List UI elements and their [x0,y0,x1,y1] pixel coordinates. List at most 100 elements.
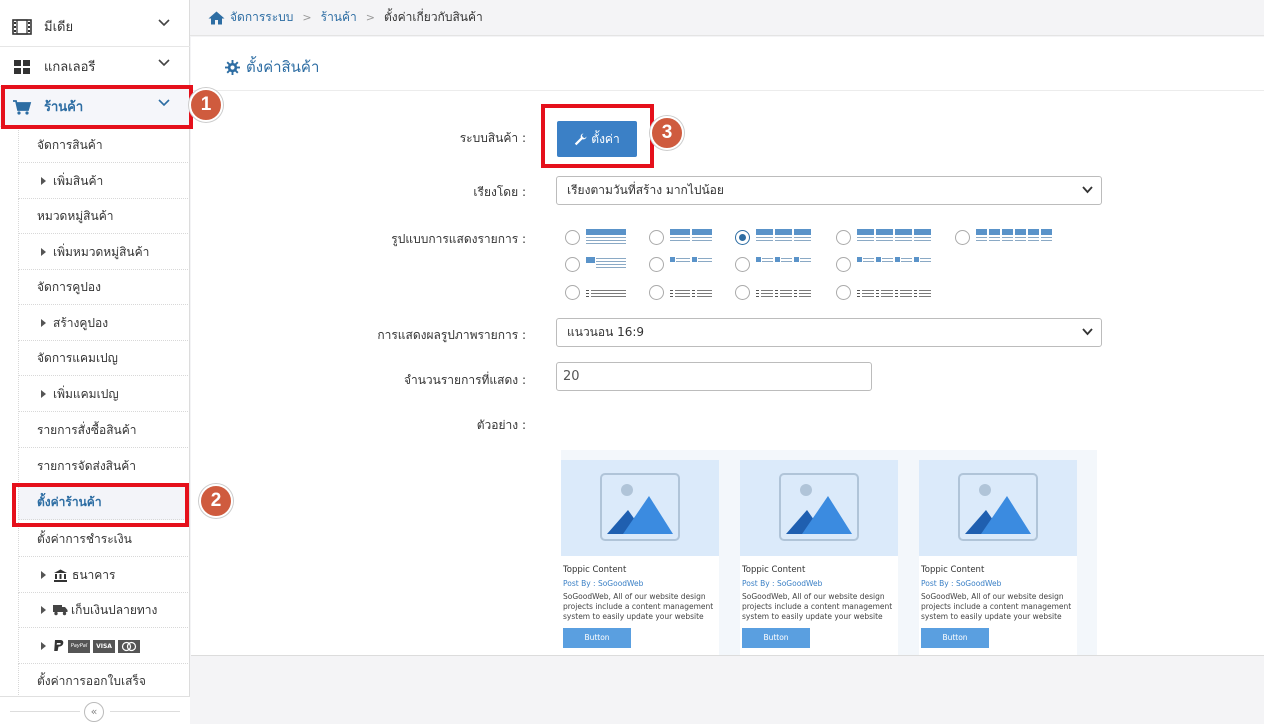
card-title: Toppic Content [742,565,806,575]
sidebar-item-add-product[interactable]: เพิ่มสินค้า [18,164,188,199]
caret-right-icon [41,642,46,650]
page-title-text: ตั้งค่าสินค้า [246,58,320,76]
radio-button-selected[interactable] [735,230,750,245]
sidebar-item-add-campaign[interactable]: เพิ่มแคมเปญ [18,377,188,412]
caret-right-icon [41,319,46,327]
sidebar-item-create-coupon[interactable]: สร้างคูปอง [18,306,188,341]
sidebar-item-add-category[interactable]: เพิ่มหมวดหมู่สินค้า [18,235,188,270]
layout-option-6-col[interactable] [955,229,1052,246]
sidebar-item-label: แกลเลอรี [44,60,96,75]
caret-right-icon [41,571,46,579]
sidebar-item-card-payment[interactable]: PayPal VISA [18,629,188,664]
item-count-input[interactable] [556,362,872,391]
sidebar-item-shipments[interactable]: รายการจัดส่งสินค้า [18,449,188,484]
sidebar-item-label: เก็บเงินปลายทาง [71,602,158,617]
radio-button[interactable] [649,257,664,272]
divider [110,711,180,712]
item-count-label: จำนวนรายการที่แสดง : [403,373,526,387]
layout-option-list-2[interactable] [649,284,712,301]
layout-option-1-col[interactable] [565,229,626,246]
divider [191,90,1264,91]
sidebar-item-orders[interactable]: รายการสั่งซื้อสินค้า [18,413,188,448]
layout-list-1-icon [586,284,626,301]
layout-2-col-icon [670,229,712,246]
card-button: Button [921,628,989,648]
preview-card: Toppic Content Post By : SoGoodWeb SoGoo… [919,460,1077,655]
sidebar-item-bank[interactable]: ธนาคาร [18,558,188,593]
breadcrumb-shop-link[interactable]: ร้านค้า [321,8,357,27]
card-author: Post By : SoGoodWeb [921,579,1002,588]
film-icon [12,18,32,35]
image-placeholder-icon [561,460,719,556]
layout-option-2-col[interactable] [649,229,712,246]
radio-button[interactable] [735,257,750,272]
sidebar-item-payment-settings[interactable]: ตั้งค่าการชำระเงิน [18,522,188,557]
radio-button[interactable] [565,230,580,245]
collapse-sidebar-button[interactable]: « [84,702,104,722]
radio-button[interactable] [955,230,970,245]
card-description: SoGoodWeb, All of our website design pro… [921,592,1072,621]
radio-button[interactable] [649,285,664,300]
layout-option-thumb-1[interactable] [565,256,626,273]
sidebar-item-receipt-settings[interactable]: ตั้งค่าการออกใบเสร็จ [18,664,188,699]
layout-option-3-col[interactable] [735,229,811,246]
radio-button[interactable] [836,285,851,300]
sidebar-item-label: เพิ่มหมวดหมู่สินค้า [53,244,150,259]
sidebar-item-label: ตั้งค่าการชำระเงิน [37,531,132,546]
sort-select[interactable]: เรียงตามวันที่สร้าง มากไปน้อย [556,176,1102,205]
radio-button[interactable] [565,257,580,272]
sidebar-item-label: สร้างคูปอง [53,315,109,330]
sort-label: เรียงโดย : [473,185,526,199]
layout-option-thumb-2[interactable] [649,256,712,273]
chevron-down-icon [1082,186,1093,194]
breadcrumb-separator-icon: > [302,11,312,24]
sidebar-item-campaigns[interactable]: จัดการแคมเปญ [18,341,188,376]
breadcrumb-home-link[interactable]: จัดการระบบ [230,8,293,27]
sidebar-item-cod[interactable]: เก็บเงินปลายทาง [18,593,188,628]
layout-option-list-3[interactable] [735,284,811,301]
sidebar-item-manage-products[interactable]: จัดการสินค้า [18,128,188,163]
layout-option-thumb-4[interactable] [836,256,931,273]
page-title: ตั้งค่าสินค้า [225,55,319,79]
grid-icon [14,59,30,74]
caret-right-icon [41,390,46,398]
sidebar-item-categories[interactable]: หมวดหมู่สินค้า [18,199,188,234]
layout-list-3-icon [756,284,811,301]
sidebar-item-label: รายการจัดส่งสินค้า [37,458,136,473]
chevron-down-icon [158,59,170,67]
gear-icon [225,59,240,75]
sidebar-item-label: ธนาคาร [72,567,116,582]
sidebar-item-gallery[interactable]: แกลเลอรี [0,47,190,87]
radio-button[interactable] [735,285,750,300]
layout-list-4-icon [857,284,931,301]
sidebar-item-label: รายการสั่งซื้อสินค้า [37,422,137,437]
layout-option-thumb-3[interactable] [735,256,811,273]
layout-label: รูปแบบการแสดงรายการ : [391,232,526,246]
layout-option-list-1[interactable] [565,284,626,301]
paypal-icon [54,639,64,651]
radio-button[interactable] [565,285,580,300]
sidebar-item-label: จัดการแคมเปญ [37,350,118,365]
preview-card: Toppic Content Post By : SoGoodWeb SoGoo… [740,460,898,655]
card-author: Post By : SoGoodWeb [563,579,644,588]
image-display-select[interactable]: แนวนอน 16:9 [556,318,1102,347]
step-badge-2: 2 [199,484,233,518]
sidebar-item-media[interactable]: มีเดีย [0,7,190,47]
sidebar-item-label: จัดการสินค้า [37,137,103,152]
step-badge-3: 3 [650,116,684,150]
preview-card: Toppic Content Post By : SoGoodWeb SoGoo… [561,460,719,655]
card-button: Button [742,628,810,648]
sidebar-item-label: เพิ่มสินค้า [53,173,104,188]
radio-button[interactable] [649,230,664,245]
paypal-logo: PayPal [68,639,90,653]
breadcrumb-current: ตั้งค่าเกี่ยวกับสินค้า [384,10,483,24]
sidebar-item-coupons[interactable]: จัดการคูปอง [18,270,188,305]
layout-option-4-col[interactable] [836,229,931,246]
mastercard-icon [118,639,140,653]
radio-button[interactable] [836,257,851,272]
layout-option-list-4[interactable] [836,284,931,301]
radio-button[interactable] [836,230,851,245]
layout-4-col-icon [857,229,931,246]
sidebar-item-label: จัดการคูปอง [37,279,101,294]
sort-select-value: เรียงตามวันที่สร้าง มากไปน้อย [567,183,724,197]
